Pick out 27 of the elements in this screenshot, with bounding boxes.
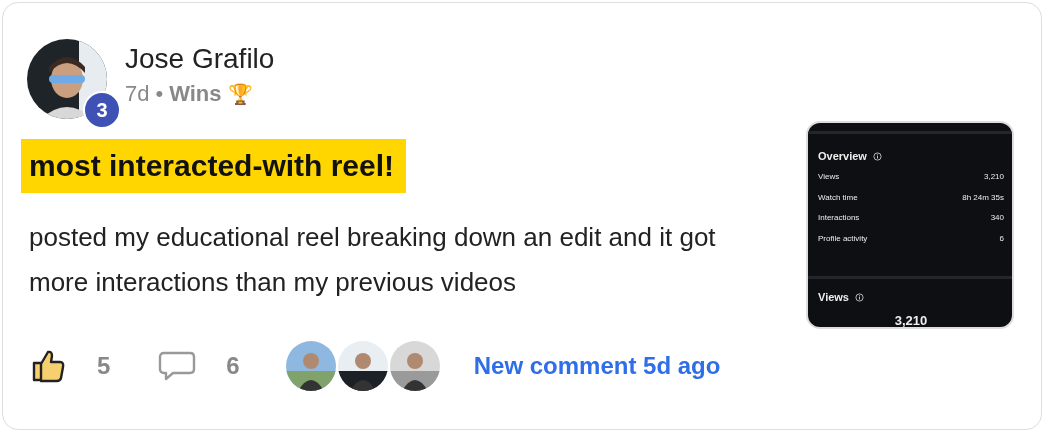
stat-label: Watch time xyxy=(818,192,858,204)
stat-value: 6 xyxy=(999,233,1004,245)
level-badge: 3 xyxy=(83,91,121,129)
post-age: 7d xyxy=(125,81,150,107)
section-title: Overview xyxy=(818,150,867,162)
post-headline: most interacted-with reel! xyxy=(21,139,407,193)
stat-label: Profile activity xyxy=(818,233,868,245)
post-body: posted my educational reel breaking down an edit and it got more interactions than my previous videos xyxy=(29,221,717,299)
stat-label: Interactions xyxy=(818,213,860,224)
section-title: Views xyxy=(818,291,849,303)
stat-value: 340 xyxy=(990,213,1004,224)
thumbs-up-icon[interactable] xyxy=(31,348,67,384)
category-link[interactable]: Wins xyxy=(169,81,222,107)
author-name[interactable]: Jose Grafilo xyxy=(125,43,275,75)
stat-label: Views xyxy=(818,172,840,183)
like-count: 5 xyxy=(97,352,111,380)
comment-icon[interactable] xyxy=(158,350,197,382)
stat-value: 3,210 xyxy=(983,172,1004,183)
views-total: 3,210 xyxy=(893,313,929,327)
insights-thumbnail[interactable]: Overview Views 3,210 Watch time 8h 24m 35s Interactions 340 Profile activity 6 Views 3,210 xyxy=(806,121,1014,329)
separator: • xyxy=(155,81,164,107)
trophy-icon: 🏆 xyxy=(227,82,253,106)
comment-count: 6 xyxy=(226,352,240,380)
stat-value: 8h 24m 35s xyxy=(962,192,1004,204)
info-icon xyxy=(855,292,864,302)
info-icon xyxy=(872,151,882,161)
new-comment-link[interactable]: New comment 5d ago xyxy=(473,352,721,380)
